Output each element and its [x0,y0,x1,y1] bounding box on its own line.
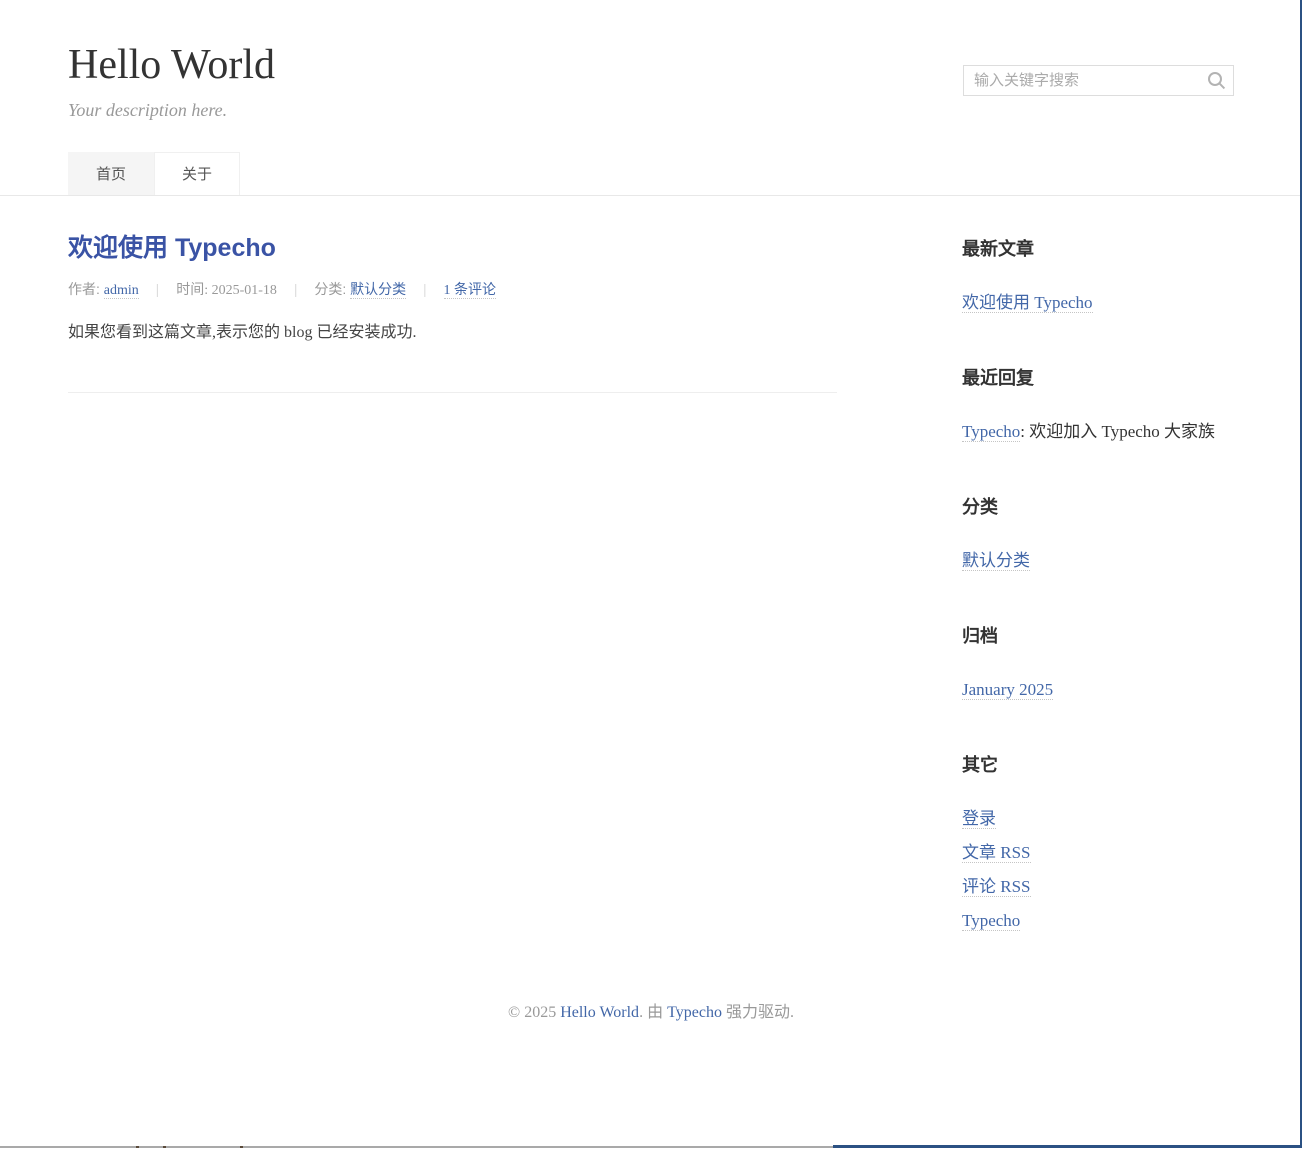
category-link[interactable]: 默认分类 [962,551,1030,571]
post-title-link[interactable]: 欢迎使用 Typecho [68,235,837,263]
post-list: 欢迎使用 Typecho 作者: admin | 时间: 2025-01-18 … [68,235,837,982]
footer-typecho-link[interactable]: Typecho [667,1004,722,1021]
login-link[interactable]: 登录 [962,809,996,829]
post-date: 时间: 2025-01-18 [176,283,277,298]
widget-recent-comments: 最近回复 Typecho: 欢迎加入 Typecho 大家族 [962,364,1234,449]
list-item: 欢迎使用 Typecho [962,286,1234,320]
author-link[interactable]: admin [104,283,139,299]
category-label: 分类: [314,281,346,297]
widget-archives: 归档 January 2025 [962,622,1234,707]
footer-site-link[interactable]: Hello World [560,1004,639,1021]
post-meta: 作者: admin | 时间: 2025-01-18 | 分类: 默认分类 | … [68,279,837,299]
powered-by-suffix: 强力驱动. [726,1004,794,1021]
site-footer: © 2025 Hello World. 由 Typecho 强力驱动. [0,998,1302,1022]
site-header: Hello World Your description here. [0,0,1302,121]
list-item: 默认分类 [962,544,1234,578]
list-item: 文章 RSS [962,836,1234,870]
archive-link[interactable]: January 2025 [962,680,1053,700]
copyright-text: © 2025 [508,1004,556,1021]
taskbar-icon-dot [136,1146,139,1148]
widget-misc: 其它 登录 文章 RSS 评论 RSS Typecho [962,751,1234,938]
list-item: Typecho [962,904,1234,938]
list-item: 登录 [962,802,1234,836]
list-item: Typecho: 欢迎加入 Typecho 大家族 [962,415,1234,449]
site-description: Your description here. [68,100,1234,121]
widget-title: 其它 [962,751,1234,777]
recent-post-link[interactable]: 欢迎使用 Typecho [962,293,1093,313]
list-item: January 2025 [962,673,1234,707]
post-body: 如果您看到这篇文章,表示您的 blog 已经安装成功. [68,321,837,345]
post-divider [68,392,837,393]
main-nav: 首页关于 [0,152,1302,196]
widget-categories: 分类 默认分类 [962,493,1234,578]
widget-title: 归档 [962,622,1234,648]
search-input[interactable] [963,65,1234,96]
meta-separator: | [294,281,298,297]
meta-separator: | [156,281,160,297]
posts-rss-link[interactable]: 文章 RSS [962,843,1031,863]
comments-rss-link[interactable]: 评论 RSS [962,877,1031,897]
comments-link[interactable]: 1 条评论 [444,283,497,299]
category-link[interactable]: 默认分类 [350,283,406,299]
typecho-link[interactable]: Typecho [962,911,1020,931]
search-box [963,65,1234,96]
nav-item-about[interactable]: 关于 [154,152,240,195]
author-label: 作者: [68,281,100,297]
taskbar-top-edge-blue [833,1145,1302,1148]
meta-separator: | [423,281,427,297]
widget-title: 最近回复 [962,364,1234,390]
nav-item-home[interactable]: 首页 [68,152,154,195]
powered-by-text: . 由 [639,1004,663,1021]
taskbar-icon-dot [240,1146,243,1148]
post: 欢迎使用 Typecho 作者: admin | 时间: 2025-01-18 … [68,235,837,393]
page: Hello World Your description here. 首页关于 … [0,0,1302,1022]
taskbar-top-edge [0,1146,833,1148]
copyright-line: © 2025 Hello World. 由 Typecho 强力驱动. [0,998,1302,1022]
taskbar-icon-dot [163,1146,166,1148]
content-area: 欢迎使用 Typecho 作者: admin | 时间: 2025-01-18 … [68,196,1234,982]
search-icon[interactable] [1207,71,1226,90]
list-item: 评论 RSS [962,870,1234,904]
widget-title: 分类 [962,493,1234,519]
comment-author-link[interactable]: Typecho [962,422,1020,442]
comment-excerpt: : 欢迎加入 Typecho 大家族 [1020,422,1215,441]
widget-title: 最新文章 [962,235,1234,261]
widget-recent-posts: 最新文章 欢迎使用 Typecho [962,235,1234,320]
sidebar: 最新文章 欢迎使用 Typecho 最近回复 Typecho: 欢迎加入 Typ… [962,235,1234,982]
